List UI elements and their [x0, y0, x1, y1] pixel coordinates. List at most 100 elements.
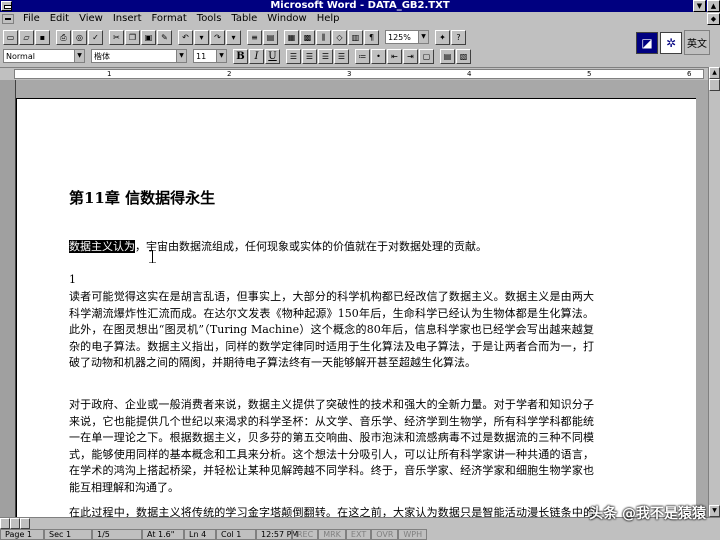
window-title: Microsoft Word - DATA_GB2.TXT — [270, 0, 450, 11]
cut-icon[interactable]: ✂ — [109, 29, 124, 45]
chapter-heading: 第11章 信数据得永生 — [69, 189, 216, 207]
menu-view[interactable]: View — [74, 12, 108, 26]
ruler-number: 4 — [467, 70, 472, 78]
align-left-icon[interactable]: ☰ — [286, 48, 301, 64]
spelling-icon[interactable]: ✓ — [88, 29, 103, 45]
autoformat-icon[interactable]: ≡ — [247, 29, 262, 45]
status-ext[interactable]: EXT — [345, 529, 372, 540]
scroll-up-icon[interactable]: ▲ — [709, 67, 720, 79]
open-folder-icon[interactable]: ▱ — [19, 29, 34, 45]
normal-view-icon[interactable] — [0, 518, 10, 529]
paragraph-1: 读者可能觉得这实在是胡言乱语，但事实上，大部分的科学机构都已经改信了数据主义。数… — [69, 290, 594, 369]
menu-edit[interactable]: Edit — [45, 12, 74, 26]
menu-format[interactable]: Format — [147, 12, 192, 26]
ime-language-label[interactable]: 英文 — [684, 30, 710, 55]
page-layout-view-icon[interactable] — [10, 518, 20, 529]
borders-icon[interactable]: ▢ — [419, 48, 434, 64]
chevron-down-icon[interactable]: ▼ — [418, 31, 428, 43]
increase-indent-icon[interactable]: ⇥ — [403, 48, 418, 64]
zoom-control[interactable]: 125% ▼ — [385, 30, 429, 44]
save-icon[interactable]: ▪ — [35, 29, 50, 45]
new-document-icon[interactable]: ▭ — [3, 29, 18, 45]
style-box[interactable]: Normal ▼ — [3, 49, 85, 63]
document-area[interactable]: 第11章 信数据得永生 数据主义认为，宇宙由数据流组成，任何现象或实体的价值就在… — [16, 80, 708, 517]
scroll-down-icon[interactable]: ▼ — [709, 505, 720, 517]
highlight-icon[interactable]: ▤ — [440, 48, 455, 64]
italic-button[interactable]: I — [249, 48, 264, 64]
insert-table-icon[interactable]: ▦ — [284, 29, 299, 45]
vertical-scrollbar[interactable]: ▲ ▼ — [708, 67, 720, 517]
ibeam-cursor-icon — [149, 250, 156, 263]
status-ovr[interactable]: OVR — [371, 529, 399, 540]
copy-icon[interactable]: ❐ — [125, 29, 140, 45]
status-page: Page 1 — [0, 529, 44, 540]
system-menu-icon[interactable] — [1, 1, 12, 11]
status-at: At 1.6" — [142, 529, 184, 540]
print-preview-icon[interactable]: ◎ — [72, 29, 87, 45]
status-column: Col 1 — [216, 529, 256, 540]
status-rec[interactable]: REC — [292, 529, 319, 540]
underline-button[interactable]: U — [265, 48, 280, 64]
style-value: Normal — [6, 51, 35, 61]
justify-icon[interactable]: ☰ — [334, 48, 349, 64]
insert-excel-icon[interactable]: ▩ — [300, 29, 315, 45]
ruler-number: 3 — [347, 70, 352, 78]
bullets-icon[interactable]: • — [371, 48, 386, 64]
status-line: Ln 4 — [184, 529, 216, 540]
insert-chart-icon[interactable]: ▥ — [348, 29, 363, 45]
page[interactable]: 第11章 信数据得永生 数据主义认为，宇宙由数据流组成，任何现象或实体的价值就在… — [16, 98, 696, 517]
document-control-icon[interactable] — [2, 14, 14, 24]
font-size-box[interactable]: 11 ▼ — [193, 49, 227, 63]
outline-view-icon[interactable] — [20, 518, 30, 529]
undo-dropdown-icon[interactable]: ▾ — [194, 29, 209, 45]
align-right-icon[interactable]: ☰ — [318, 48, 333, 64]
font-value: 楷体 — [94, 51, 110, 61]
columns-icon[interactable]: ⫼ — [316, 29, 331, 45]
menu-file[interactable]: File — [18, 12, 45, 26]
drawing-icon[interactable]: ◇ — [332, 29, 347, 45]
font-color-icon[interactable]: ▧ — [456, 48, 471, 64]
addresses-icon[interactable]: ▤ — [263, 29, 278, 45]
menu-table[interactable]: Table — [226, 12, 262, 26]
show-hide-icon[interactable]: ¶ — [364, 29, 379, 45]
ime-punct-icon[interactable]: ✲ — [660, 31, 682, 54]
status-pages: 1/5 — [92, 529, 142, 540]
bold-button[interactable]: B — [233, 48, 248, 64]
format-painter-icon[interactable]: ✎ — [157, 29, 172, 45]
scroll-thumb[interactable] — [709, 79, 720, 91]
redo-dropdown-icon[interactable]: ▾ — [226, 29, 241, 45]
standard-toolbar: ▭ ▱ ▪ ⎙ ◎ ✓ ✂ ❐ ▣ ✎ ↶ ▾ ↷ ▾ ≡ ▤ ▦ ▩ ⫼ ◇ … — [0, 28, 630, 46]
tipwizard-icon[interactable]: ✦ — [435, 29, 450, 45]
chevron-down-icon[interactable]: ▼ — [216, 50, 226, 62]
chevron-down-icon[interactable]: ▼ — [74, 50, 84, 62]
print-icon[interactable]: ⎙ — [56, 29, 71, 45]
watermark: 头条 @我不是猿猿 — [589, 506, 706, 522]
menu-tools[interactable]: Tools — [192, 12, 227, 26]
paste-icon[interactable]: ▣ — [141, 29, 156, 45]
font-box[interactable]: 楷体 ▼ — [91, 49, 187, 63]
restore-doc-button[interactable]: ◆ — [707, 13, 720, 25]
undo-icon[interactable]: ↶ — [178, 29, 193, 45]
maximize-button[interactable]: ▲ — [707, 0, 720, 12]
menu-window[interactable]: Window — [262, 12, 311, 26]
menu-bar: File Edit View Insert Format Tools Table… — [0, 12, 720, 26]
menu-insert[interactable]: Insert — [108, 12, 147, 26]
status-wph[interactable]: WPH — [398, 529, 428, 540]
chevron-down-icon[interactable]: ▼ — [176, 50, 186, 62]
minimize-button[interactable]: ▼ — [693, 0, 706, 12]
ime-indicator: ◪ ✲ 英文 — [636, 30, 710, 55]
first-paragraph: 数据主义认为，宇宙由数据流组成，任何现象或实体的价值就在于对数据处理的贡献。 — [69, 239, 594, 256]
decrease-indent-icon[interactable]: ⇤ — [387, 48, 402, 64]
menu-help[interactable]: Help — [312, 12, 345, 26]
status-section: Sec 1 — [44, 529, 92, 540]
title-bar: Microsoft Word - DATA_GB2.TXT ▼ ▲ — [0, 0, 720, 12]
align-center-icon[interactable]: ☰ — [302, 48, 317, 64]
paragraph-2: 对于政府、企业或一般消费者来说，数据主义提供了突破性的技术和强大的全新力量。对于… — [69, 398, 594, 494]
ruler[interactable]: 1 2 3 4 5 6 — [0, 67, 710, 80]
status-mrk[interactable]: MRK — [318, 529, 346, 540]
help-icon[interactable]: ? — [451, 29, 466, 45]
ime-mode-icon[interactable]: ◪ — [636, 31, 658, 54]
selected-text[interactable]: 数据主义认为 — [69, 240, 135, 253]
numbering-icon[interactable]: ≔ — [355, 48, 370, 64]
redo-icon[interactable]: ↷ — [210, 29, 225, 45]
